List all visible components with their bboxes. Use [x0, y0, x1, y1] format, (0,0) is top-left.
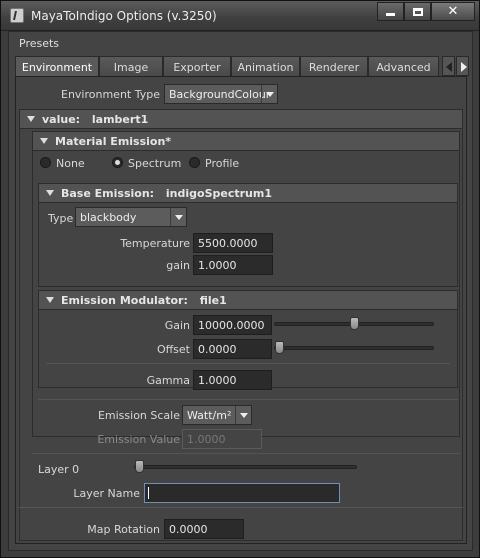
- offset-field[interactable]: 0.0000: [193, 339, 272, 359]
- base-emission-name: indigoSpectrum1: [165, 187, 272, 200]
- menu-bar: Presets: [9, 32, 472, 54]
- temperature-label: Temperature: [120, 237, 190, 250]
- chevron-down-icon: [235, 406, 251, 424]
- environment-panel: Environment Type BackgroundColour value:…: [15, 76, 467, 544]
- tab-bar: Environment Image Exporter Animation Ren…: [15, 56, 470, 77]
- maximize-icon: [412, 7, 423, 16]
- radio-profile-label: Profile: [205, 157, 240, 170]
- tab-animation[interactable]: Animation: [231, 56, 300, 76]
- divider: [46, 363, 450, 364]
- type-label: Type: [48, 212, 74, 225]
- radio-none-label: None: [56, 157, 85, 170]
- window-title: MayaToIndigo Options (v.3250): [31, 9, 217, 23]
- radio-spectrum-label: Spectrum: [128, 157, 182, 170]
- gain-field[interactable]: 1.0000: [193, 255, 273, 275]
- value-section-name: lambert1: [91, 113, 149, 126]
- collapse-triangle-icon: [40, 138, 48, 144]
- layer-name-label: Layer Name: [73, 487, 140, 500]
- minimize-icon: [386, 13, 395, 16]
- value-section-header[interactable]: value: lambert1: [19, 109, 463, 129]
- gamma-label: Gamma: [146, 374, 190, 387]
- title-bar[interactable]: MayaToIndigo Options (v.3250) ✕: [1, 1, 479, 31]
- maya-app-icon: [10, 8, 24, 23]
- type-dropdown[interactable]: blackbody: [75, 207, 187, 227]
- map-rotation-label: Map Rotation: [87, 523, 160, 536]
- emission-modulator-header[interactable]: Emission Modulator: file1: [38, 290, 458, 310]
- radio-none[interactable]: [40, 157, 51, 168]
- tab-renderer[interactable]: Renderer: [300, 56, 368, 76]
- offset-slider[interactable]: [274, 341, 434, 354]
- tab-advanced[interactable]: Advanced: [368, 56, 439, 76]
- slider-handle[interactable]: [275, 341, 284, 354]
- caption-buttons: ✕: [377, 2, 475, 22]
- emission-modulator-title: Emission Modulator:: [61, 294, 188, 307]
- emission-value-field: 1.0000: [182, 429, 262, 449]
- minimize-button[interactable]: [377, 2, 404, 21]
- slider-handle[interactable]: [135, 460, 144, 473]
- collapse-triangle-icon: [27, 116, 35, 122]
- material-emission-title: Material Emission*: [55, 135, 172, 148]
- emission-scale-dropdown[interactable]: Watt/m²: [182, 405, 252, 425]
- gamma-field[interactable]: 1.0000: [193, 370, 272, 390]
- radio-profile[interactable]: [189, 157, 200, 168]
- collapse-triangle-icon: [46, 297, 54, 303]
- layer-label: Layer 0: [38, 463, 80, 476]
- tab-image[interactable]: Image: [99, 56, 163, 76]
- divider: [19, 507, 463, 508]
- tab-environment[interactable]: Environment: [15, 56, 99, 77]
- layer-slider[interactable]: [134, 460, 357, 473]
- temperature-field[interactable]: 5500.0000: [193, 233, 273, 253]
- options-window: MayaToIndigo Options (v.3250) ✕ Presets …: [0, 0, 480, 558]
- value-section-label: value:: [42, 113, 81, 126]
- modulator-gain-field[interactable]: 10000.0000: [193, 315, 272, 335]
- radio-spectrum[interactable]: [112, 157, 123, 168]
- collapse-triangle-icon: [46, 190, 54, 196]
- environment-type-label: Environment Type: [61, 88, 160, 101]
- tab-scroll-right-button[interactable]: [456, 56, 469, 76]
- tab-exporter[interactable]: Exporter: [163, 56, 231, 76]
- base-emission-title: Base Emission:: [61, 187, 155, 200]
- menu-presets[interactable]: Presets: [19, 37, 59, 50]
- emission-scale-label: Emission Scale: [97, 409, 180, 422]
- layer-name-input[interactable]: [144, 483, 340, 503]
- emission-modulator-name: file1: [199, 294, 227, 307]
- maximize-button[interactable]: [404, 2, 431, 21]
- modulator-gain-label: Gain: [164, 319, 190, 332]
- material-emission-header[interactable]: Material Emission*: [32, 131, 460, 151]
- emission-value-label: Emission Value: [97, 433, 180, 446]
- window-client: Presets Environment Image Exporter Anima…: [8, 31, 473, 551]
- close-icon: ✕: [447, 4, 459, 19]
- close-button[interactable]: ✕: [431, 2, 475, 21]
- divider: [38, 399, 458, 400]
- divider: [32, 453, 460, 454]
- gain-label: gain: [166, 259, 190, 272]
- emission-scale-value: Watt/m²: [187, 409, 232, 422]
- chevron-down-icon: [170, 208, 186, 226]
- tab-scroll-left-button[interactable]: [442, 56, 455, 76]
- type-value: blackbody: [80, 211, 137, 224]
- offset-label: Offset: [156, 343, 190, 356]
- environment-type-value: BackgroundColour: [169, 88, 271, 101]
- chevron-down-icon: [261, 85, 277, 103]
- modulator-gain-slider[interactable]: [274, 317, 434, 330]
- slider-handle[interactable]: [349, 317, 359, 330]
- map-rotation-field[interactable]: 0.0000: [164, 519, 244, 539]
- environment-type-dropdown[interactable]: BackgroundColour: [164, 84, 278, 104]
- base-emission-header[interactable]: Base Emission: indigoSpectrum1: [38, 183, 458, 203]
